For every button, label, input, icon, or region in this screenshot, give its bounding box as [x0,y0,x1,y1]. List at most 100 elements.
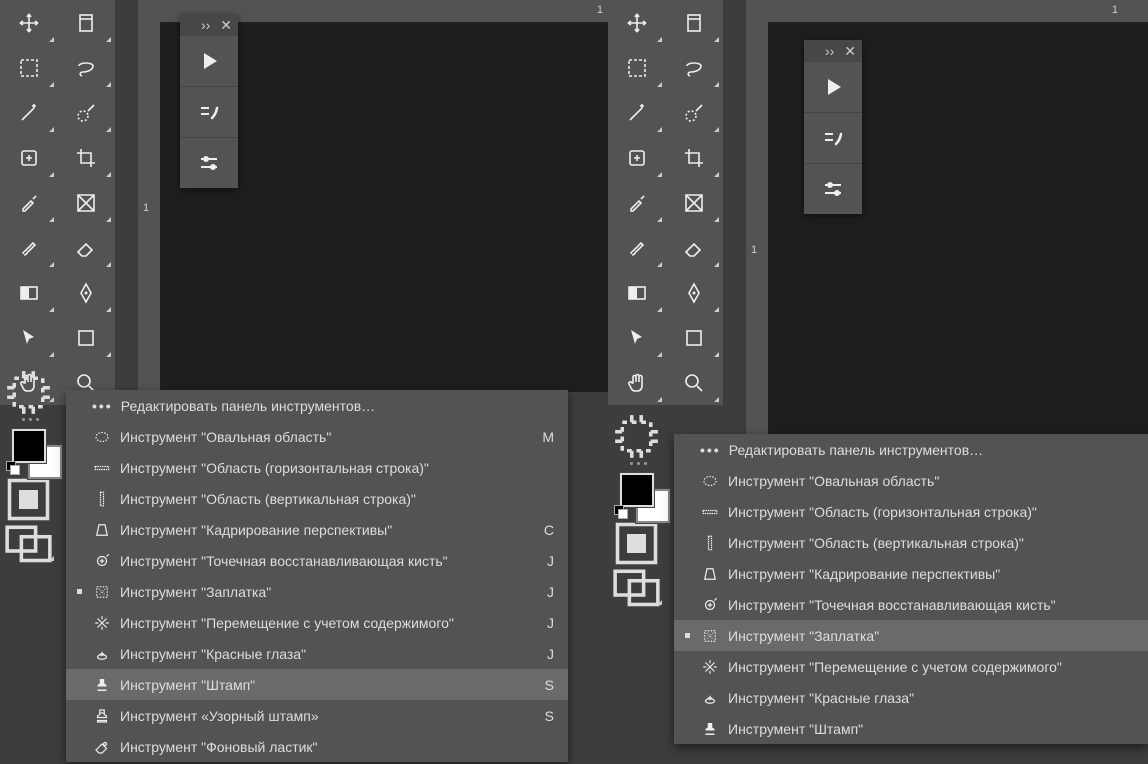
frame-tool-button[interactable] [57,180,114,225]
brush-tool-button[interactable] [608,225,665,270]
marquee-tool-button[interactable] [608,45,665,90]
actions-panel-right[interactable]: ›› ✕ [804,40,862,214]
quick-selection-tool-button[interactable] [665,90,722,135]
hand-tool-button[interactable] [608,360,665,405]
brush-preset-button[interactable] [180,86,238,137]
menu-item-label: Инструмент "Точечная восстанавливающая к… [728,597,1106,613]
marquee-tool-button[interactable] [0,45,57,90]
lasso-tool-button[interactable] [665,45,722,90]
play-action-button[interactable] [804,62,862,112]
artboard-tool-button[interactable] [665,0,722,45]
menu-item-spotheal[interactable]: Инструмент "Точечная восстанавливающая к… [66,545,568,576]
menu-item-rowsel[interactable]: Инструмент "Область (горизонтальная стро… [674,496,1148,527]
lasso-tool-button[interactable] [57,45,114,90]
eyedropper-tool-button[interactable] [608,180,665,225]
menu-item-label: Инструмент «Узорный штамп» [120,708,526,724]
healing-brush-tool-button[interactable] [0,135,57,180]
edit-toolbar-menu-header[interactable]: •••Редактировать панель инструментов… [674,434,1148,465]
default-colors-icon[interactable] [6,461,20,475]
expand-icon[interactable]: ›› [201,18,210,32]
menu-item-spotheal[interactable]: Инструмент "Точечная восстанавливающая к… [674,589,1148,620]
panel-header[interactable]: ›› ✕ [804,40,862,62]
brush-preset-button[interactable] [804,112,862,163]
path-selection-tool-button[interactable] [0,315,57,360]
crop-tool-button[interactable] [57,135,114,180]
edit-toolbar-menu-header[interactable]: •••Редактировать панель инструментов… [66,390,568,421]
color-swatches[interactable] [0,423,57,479]
eyedropper-tool-button[interactable] [0,180,57,225]
rectangle-tool-button[interactable] [665,315,722,360]
sliders-icon [197,151,221,175]
spot-healing-icon [92,551,112,571]
menu-item-stamp[interactable]: Инструмент "Штамп" [674,713,1148,744]
menu-item-patternstamp[interactable]: Инструмент «Узорный штамп»S [66,700,568,731]
default-colors-icon[interactable] [614,505,628,519]
ruler-vertical-right: 1 [746,22,769,436]
menu-item-stamp[interactable]: Инструмент "Штамп"S [66,669,568,700]
menu-item-contentmove[interactable]: Инструмент "Перемещение с учетом содержи… [674,651,1148,682]
menu-item-shortcut: J [534,553,554,569]
settings-slider-button[interactable] [180,137,238,188]
gradient-tool-button[interactable] [608,270,665,315]
healing-brush-tool-button[interactable] [608,135,665,180]
menu-item-shortcut: M [534,429,554,445]
crop-tool-button[interactable] [665,135,722,180]
quick-selection-tool-button[interactable] [57,90,114,135]
brush-list-icon [821,126,845,150]
brush-tool-button[interactable] [0,225,57,270]
menu-item-patch[interactable]: Инструмент "Заплатка" [674,620,1148,651]
artboard-tool-button[interactable] [57,0,114,45]
move-tool-button[interactable] [0,0,57,45]
menu-item-redeye[interactable]: Инструмент "Красные глаза" [674,682,1148,713]
close-icon[interactable]: ✕ [220,18,232,32]
menu-item-redeye[interactable]: Инструмент "Красные глаза"J [66,638,568,669]
sliders-icon [821,177,845,201]
zoom-tool-button[interactable] [665,360,722,405]
edit-toolbar-button[interactable] [0,370,57,415]
actions-panel-left[interactable]: ›› ✕ [180,14,238,188]
settings-slider-button[interactable] [804,163,862,214]
color-swatches[interactable] [608,467,665,523]
menu-item-perspcrop[interactable]: Инструмент "Кадрирование перспективы" [674,558,1148,589]
tools-panel-left [0,0,115,405]
panel-header[interactable]: ›› ✕ [180,14,238,36]
eraser-tool-button[interactable] [665,225,722,270]
menu-item-ellipse[interactable]: Инструмент "Овальная область" [674,465,1148,496]
menu-item-ellipse[interactable]: Инструмент "Овальная область"M [66,421,568,452]
menu-item-patch[interactable]: Инструмент "Заплатка" J [66,576,568,607]
foreground-color-swatch[interactable] [620,473,654,507]
menu-item-shortcut: J [534,584,554,600]
menu-item-colsel[interactable]: Инструмент "Область (вертикальная строка… [674,527,1148,558]
menu-item-rowsel[interactable]: Инструмент "Область (горизонтальная стро… [66,452,568,483]
menu-item-perspcrop[interactable]: Инструмент "Кадрирование перспективы"C [66,514,568,545]
pen-tool-button[interactable] [665,270,722,315]
menu-item-label: Инструмент "Овальная область" [728,473,1106,489]
close-icon[interactable]: ✕ [844,44,856,58]
edit-toolbar-button[interactable] [608,414,665,459]
tool-flyout-menu-left: •••Редактировать панель инструментов…Инс… [66,390,568,762]
ruler-mark: 1 [751,244,757,256]
menu-item-bgeraser[interactable]: Инструмент "Фоновый ластик" [66,731,568,762]
magic-wand-tool-button[interactable] [0,90,57,135]
frame-tool-button[interactable] [665,180,722,225]
screen-mode-button[interactable] [0,519,57,564]
menu-item-label: Инструмент "Фоновый ластик" [120,739,526,755]
rectangle-tool-button[interactable] [57,315,114,360]
menu-item-label: Инструмент "Красные глаза" [728,690,1106,706]
menu-item-label: Инструмент "Перемещение с учетом содержи… [728,659,1106,675]
magic-wand-tool-button[interactable] [608,90,665,135]
screen-mode-button[interactable] [608,563,665,608]
play-action-button[interactable] [180,36,238,86]
eraser-tool-button[interactable] [57,225,114,270]
play-icon [197,49,221,73]
menu-item-colsel[interactable]: Инструмент "Область (вертикальная строка… [66,483,568,514]
move-tool-button[interactable] [608,0,665,45]
expand-icon[interactable]: ›› [825,44,834,58]
foreground-color-swatch[interactable] [12,429,46,463]
pen-tool-button[interactable] [57,270,114,315]
menu-item-label: Инструмент "Заплатка" [120,584,526,600]
menu-item-contentmove[interactable]: Инструмент "Перемещение с учетом содержи… [66,607,568,638]
gradient-tool-button[interactable] [0,270,57,315]
ruler-vertical-left: 1 [138,22,161,392]
path-selection-tool-button[interactable] [608,315,665,360]
